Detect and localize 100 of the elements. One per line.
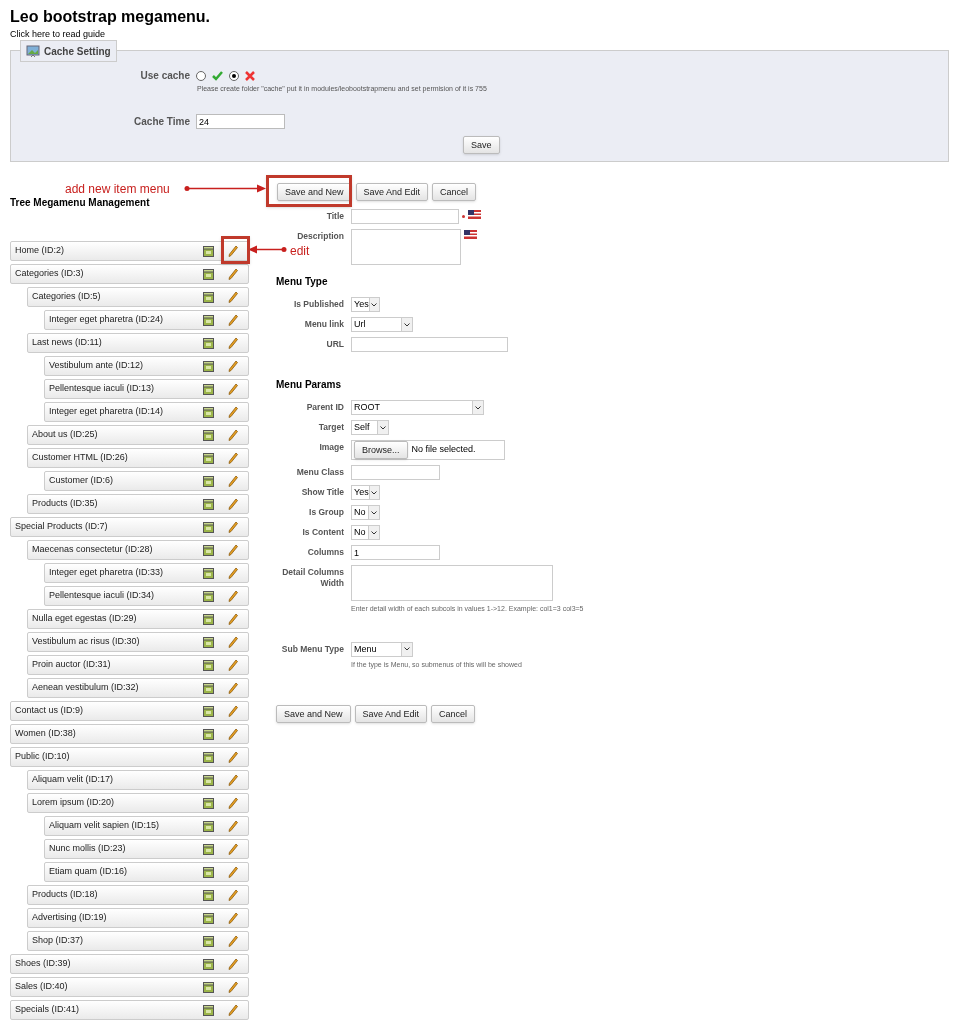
tree-item[interactable]: Aliquam velit sapien (ID:15) xyxy=(44,816,249,836)
dropdown[interactable]: Url xyxy=(351,317,413,332)
pencil-icon[interactable] xyxy=(228,590,238,602)
box-icon[interactable] xyxy=(203,705,214,717)
pencil-icon[interactable] xyxy=(228,452,238,464)
tree-item[interactable]: Home (ID:2) xyxy=(10,241,249,261)
dropdown[interactable]: Yes xyxy=(351,485,380,500)
box-icon[interactable] xyxy=(203,567,214,579)
dropdown[interactable]: No xyxy=(351,505,380,520)
tree-item[interactable]: Nunc mollis (ID:23) xyxy=(44,839,249,859)
tree-item[interactable]: Shop (ID:37) xyxy=(27,931,249,951)
pencil-icon[interactable] xyxy=(228,475,238,487)
box-icon[interactable] xyxy=(203,406,214,418)
pencil-icon[interactable] xyxy=(228,544,238,556)
tree-item[interactable]: Aenean vestibulum (ID:32) xyxy=(27,678,249,698)
tree-item[interactable]: Categories (ID:3) xyxy=(10,264,249,284)
radio-button[interactable] xyxy=(196,70,206,81)
tree-item[interactable]: Lorem ipsum (ID:20) xyxy=(27,793,249,813)
tree-item[interactable]: Special Products (ID:7) xyxy=(10,517,249,537)
box-icon[interactable] xyxy=(203,590,214,602)
text-input[interactable] xyxy=(351,337,508,352)
tree-item[interactable]: Customer (ID:6) xyxy=(44,471,249,491)
box-icon[interactable] xyxy=(203,820,214,832)
pencil-icon[interactable] xyxy=(228,406,238,418)
box-icon[interactable] xyxy=(203,935,214,947)
dropdown[interactable]: No xyxy=(351,525,380,540)
box-icon[interactable] xyxy=(203,912,214,924)
text-input[interactable] xyxy=(351,465,440,480)
tree-item[interactable]: Vestibulum ac risus (ID:30) xyxy=(27,632,249,652)
box-icon[interactable] xyxy=(203,429,214,441)
browse-button[interactable]: Browse... xyxy=(354,441,408,459)
tree-item[interactable]: Advertising (ID:19) xyxy=(27,908,249,928)
tree-item[interactable]: Aliquam velit (ID:17) xyxy=(27,770,249,790)
pencil-icon[interactable] xyxy=(228,935,238,947)
pencil-icon[interactable] xyxy=(228,337,238,349)
box-icon[interactable] xyxy=(203,383,214,395)
box-icon[interactable] xyxy=(203,268,214,280)
pencil-icon[interactable] xyxy=(228,498,238,510)
pencil-icon[interactable] xyxy=(228,774,238,786)
pencil-icon[interactable] xyxy=(228,958,238,970)
pencil-icon[interactable] xyxy=(228,866,238,878)
tree-item[interactable]: Public (ID:10) xyxy=(10,747,249,767)
pencil-icon[interactable] xyxy=(228,268,238,280)
box-icon[interactable] xyxy=(203,728,214,740)
tree-item[interactable]: Integer eget pharetra (ID:33) xyxy=(44,563,249,583)
box-icon[interactable] xyxy=(203,751,214,763)
tree-item[interactable]: Shoes (ID:39) xyxy=(10,954,249,974)
box-icon[interactable] xyxy=(203,452,214,464)
tree-item[interactable]: About us (ID:25) xyxy=(27,425,249,445)
pencil-icon[interactable] xyxy=(228,728,238,740)
guide-link[interactable]: Click here to read guide xyxy=(10,29,106,40)
dropdown[interactable]: Yes xyxy=(351,297,380,312)
cache-time-input[interactable]: 24 xyxy=(196,114,285,129)
box-icon[interactable] xyxy=(203,245,214,257)
tree-item[interactable]: Products (ID:35) xyxy=(27,494,249,514)
tree-item[interactable]: Last news (ID:11) xyxy=(27,333,249,353)
box-icon[interactable] xyxy=(203,613,214,625)
pencil-icon[interactable] xyxy=(228,797,238,809)
tree-item[interactable]: Proin auctor (ID:31) xyxy=(27,655,249,675)
tree-item[interactable]: Categories (ID:5) xyxy=(27,287,249,307)
box-icon[interactable] xyxy=(203,682,214,694)
form-button[interactable]: Save and New xyxy=(276,705,351,723)
file-field[interactable]: Browse... No file selected. xyxy=(351,440,505,460)
pencil-icon[interactable] xyxy=(228,659,238,671)
pencil-icon[interactable] xyxy=(228,567,238,579)
pencil-icon[interactable] xyxy=(228,360,238,372)
tree-item[interactable]: Maecenas consectetur (ID:28) xyxy=(27,540,249,560)
pencil-icon[interactable] xyxy=(228,843,238,855)
box-icon[interactable] xyxy=(203,475,214,487)
pencil-icon[interactable] xyxy=(228,613,238,625)
box-icon[interactable] xyxy=(203,314,214,326)
box-icon[interactable] xyxy=(203,659,214,671)
pencil-icon[interactable] xyxy=(228,521,238,533)
box-icon[interactable] xyxy=(203,636,214,648)
text-input[interactable]: 1 xyxy=(351,545,440,560)
tree-item[interactable]: Contact us (ID:9) xyxy=(10,701,249,721)
form-button[interactable]: Save And Edit xyxy=(355,183,429,201)
box-icon[interactable] xyxy=(203,797,214,809)
pencil-icon[interactable] xyxy=(228,820,238,832)
save-button[interactable]: Save xyxy=(463,136,500,154)
radio-button[interactable] xyxy=(229,70,239,81)
text-input[interactable] xyxy=(351,209,459,224)
box-icon[interactable] xyxy=(203,866,214,878)
pencil-icon[interactable] xyxy=(228,889,238,901)
tree-item[interactable]: Pellentesque iaculi (ID:34) xyxy=(44,586,249,606)
tree-item[interactable]: Customer HTML (ID:26) xyxy=(27,448,249,468)
box-icon[interactable] xyxy=(203,889,214,901)
tree-item[interactable]: Products (ID:18) xyxy=(27,885,249,905)
pencil-icon[interactable] xyxy=(228,751,238,763)
form-button[interactable]: Save And Edit xyxy=(354,705,428,723)
box-icon[interactable] xyxy=(203,521,214,533)
box-icon[interactable] xyxy=(203,1004,214,1016)
pencil-icon[interactable] xyxy=(228,636,238,648)
tree-item[interactable]: Integer eget pharetra (ID:14) xyxy=(44,402,249,422)
pencil-icon[interactable] xyxy=(228,429,238,441)
tree-item[interactable]: Pellentesque iaculi (ID:13) xyxy=(44,379,249,399)
tree-item[interactable]: Specials (ID:41) xyxy=(10,1000,249,1020)
pencil-icon[interactable] xyxy=(228,981,238,993)
form-button[interactable]: Cancel xyxy=(432,183,477,201)
box-icon[interactable] xyxy=(203,498,214,510)
